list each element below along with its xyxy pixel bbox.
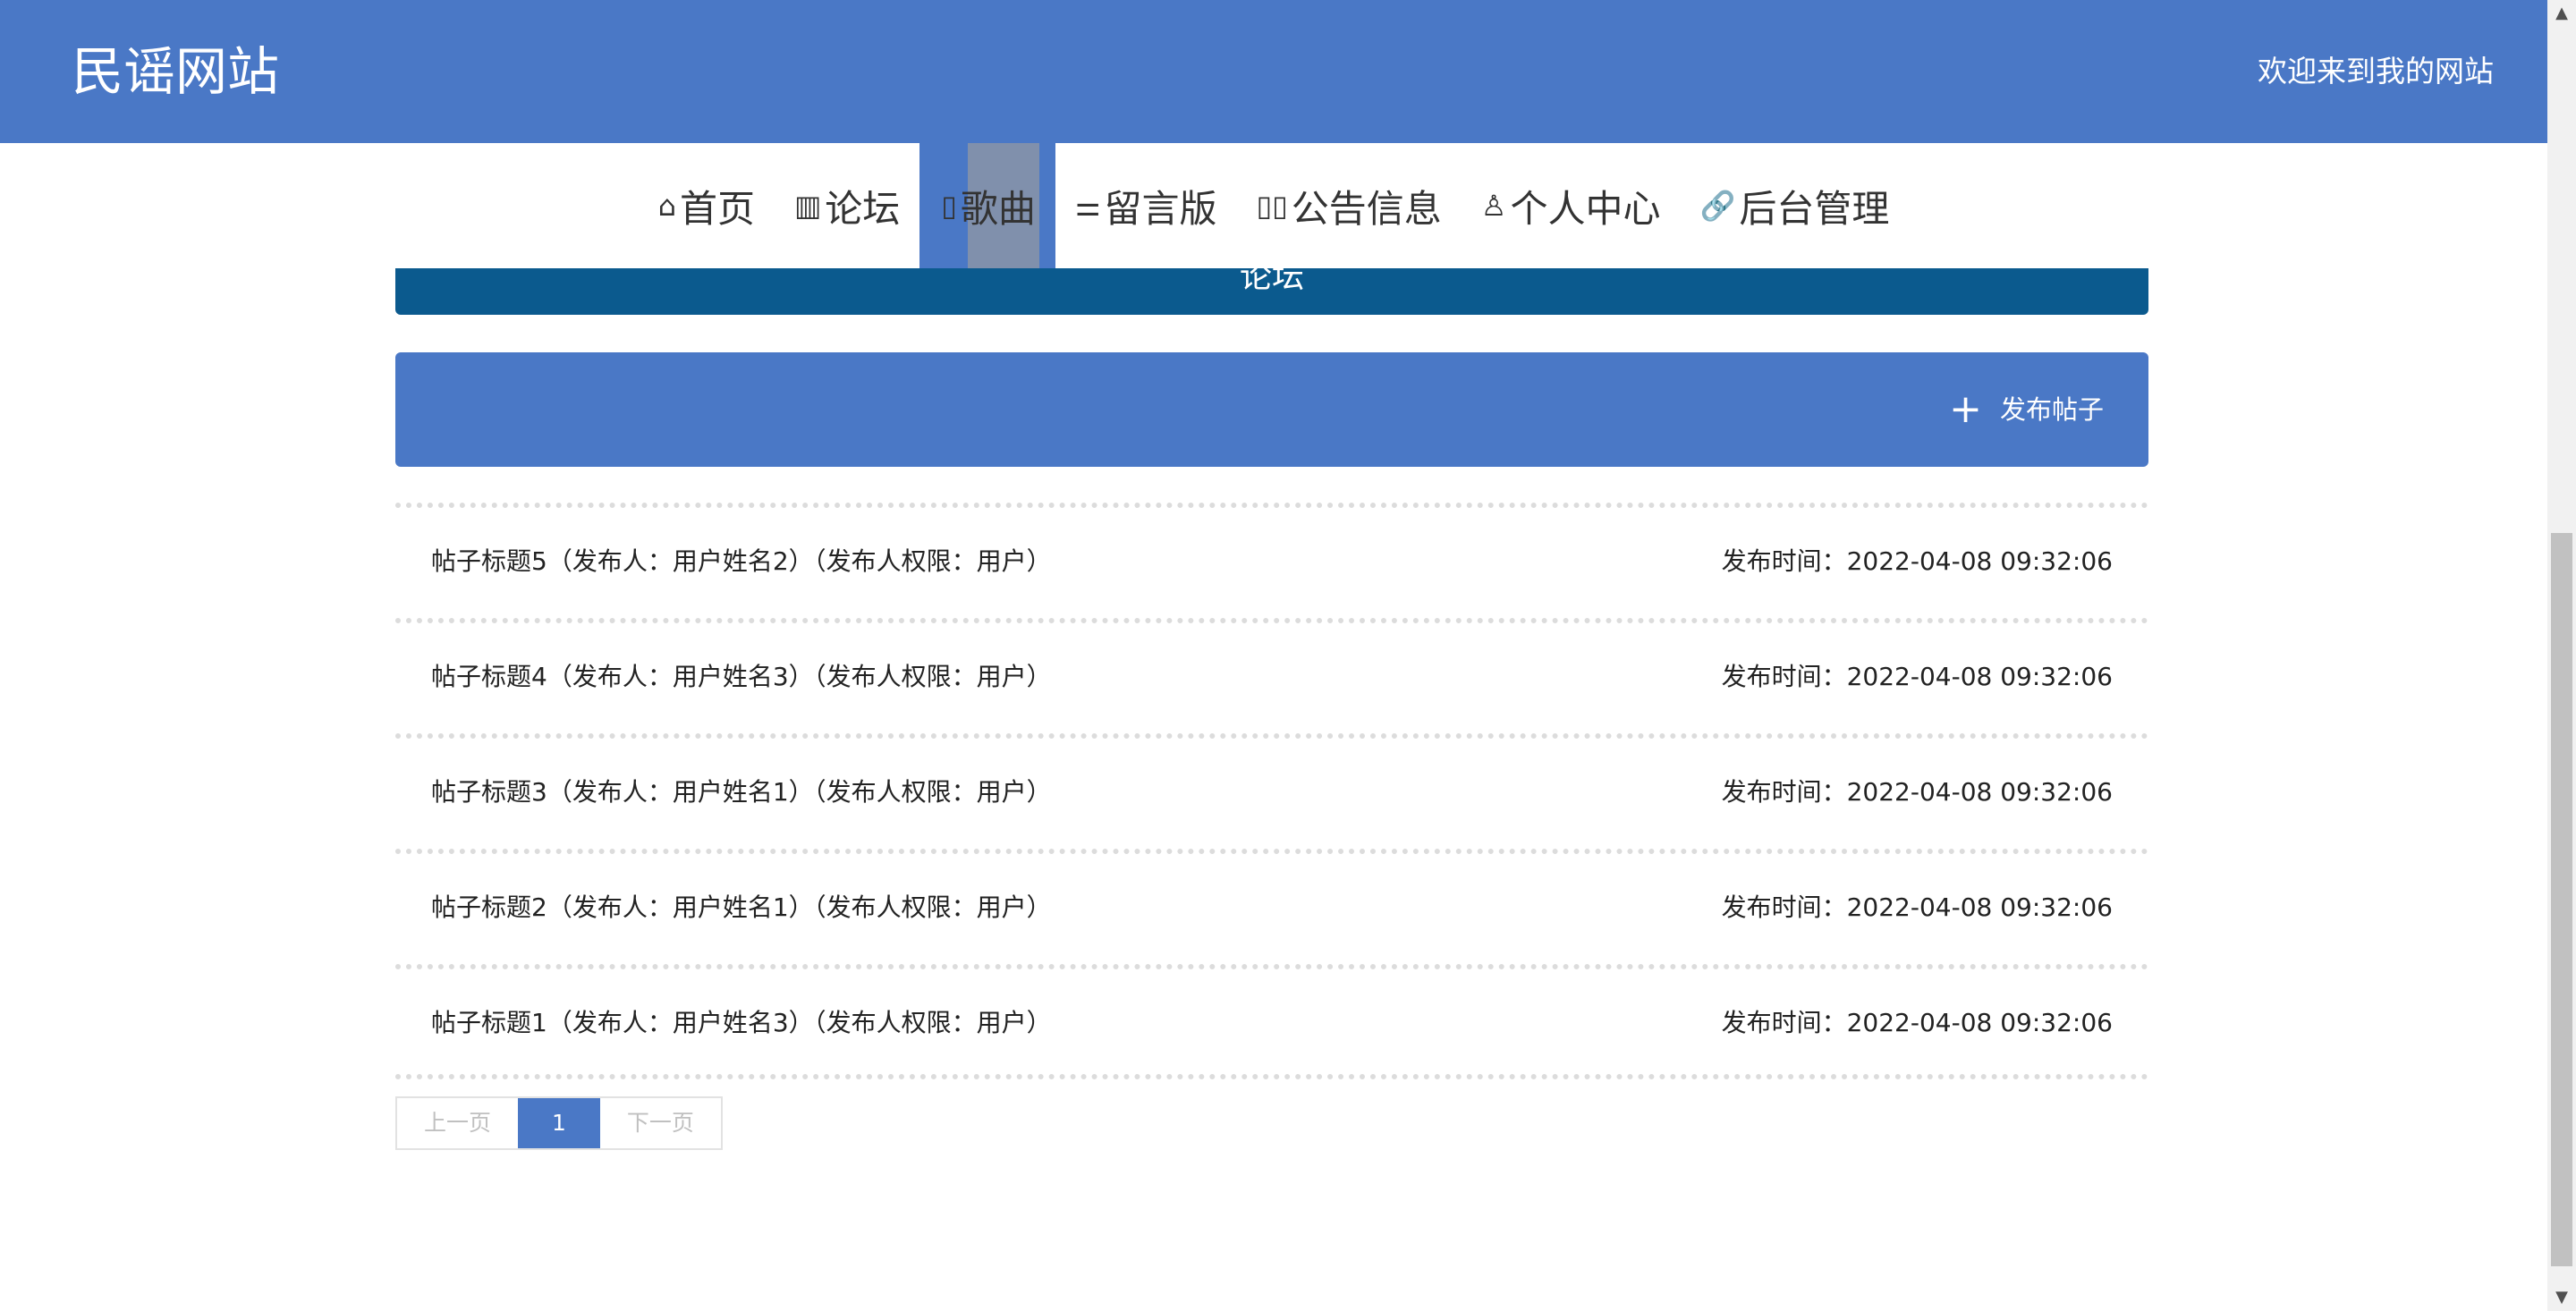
vertical-scrollbar[interactable]: ▲ ▼ <box>2547 0 2576 1311</box>
post-time: 发布时间：2022-04-08 09:32:06 <box>1721 777 2113 807</box>
nav-item-songs[interactable]: ▯ 歌曲 <box>919 143 1055 268</box>
nav-item-announcements[interactable]: ▯▯ 公告信息 <box>1237 143 1462 268</box>
top-header: 民谣网站 欢迎来到我的网站 <box>0 0 2547 143</box>
post-time: 发布时间：2022-04-08 09:32:06 <box>1721 1008 2113 1037</box>
forum-title: 论坛 <box>1239 268 1304 295</box>
nav-item-forum[interactable]: ▥ 论坛 <box>775 143 919 268</box>
nav-item-label: 个人中心 <box>1510 186 1661 231</box>
home-icon: ⌂ <box>657 189 676 223</box>
post-title[interactable]: 帖子标题4（发布人：用户姓名3）（发布人权限：用户） <box>431 659 1052 695</box>
post-time: 发布时间：2022-04-08 09:32:06 <box>1721 662 2113 691</box>
post-title[interactable]: 帖子标题1（发布人：用户姓名3）（发布人权限：用户） <box>431 1005 1052 1041</box>
nav-item-label: 首页 <box>679 186 755 231</box>
sliders-icon: ⚌ <box>1074 189 1101 223</box>
list-item[interactable]: 帖子标题1（发布人：用户姓名3）（发布人权限：用户） 发布时间：2022-04-… <box>395 964 2148 1079</box>
nav-item-label: 歌曲 <box>960 186 1036 231</box>
main-nav: ⌂ 首页 ▥ 论坛 ▯ 歌曲 ⚌ 留言版 ▯▯ 公告信息 ♙ 个人中心 🔗 后台… <box>0 143 2547 268</box>
grid-icon: ▥ <box>793 189 822 223</box>
scroll-up-icon[interactable]: ▲ <box>2547 0 2576 27</box>
next-page-button[interactable]: 下一页 <box>600 1098 721 1148</box>
action-bar: + 发布帖子 <box>395 352 2148 467</box>
nav-item-label: 留言版 <box>1104 186 1217 231</box>
nav-item-label: 后台管理 <box>1739 186 1890 231</box>
post-title[interactable]: 帖子标题3（发布人：用户姓名1）（发布人权限：用户） <box>431 774 1052 810</box>
nav-item-profile[interactable]: ♙ 个人中心 <box>1462 143 1681 268</box>
nav-item-label: 公告信息 <box>1291 186 1442 231</box>
post-time: 发布时间：2022-04-08 09:32:06 <box>1721 892 2113 922</box>
publish-post-button[interactable]: + 发布帖子 <box>1949 390 2104 429</box>
note-icon: ▯ <box>941 189 957 223</box>
page-number-button[interactable]: 1 <box>518 1098 600 1148</box>
post-title[interactable]: 帖子标题5（发布人：用户姓名2）（发布人权限：用户） <box>431 544 1052 579</box>
nav-item-label: 论坛 <box>825 186 901 231</box>
scroll-thumb[interactable] <box>2551 533 2572 1266</box>
list-item[interactable]: 帖子标题2（发布人：用户姓名1）（发布人权限：用户） 发布时间：2022-04-… <box>395 849 2148 964</box>
pagination: 上一页 1 下一页 <box>395 1096 723 1150</box>
plus-icon: + <box>1949 386 1982 432</box>
list-item[interactable]: 帖子标题3（发布人：用户姓名1）（发布人权限：用户） 发布时间：2022-04-… <box>395 733 2148 849</box>
site-title[interactable]: 民谣网站 <box>72 39 279 104</box>
nav-item-home[interactable]: ⌂ 首页 <box>639 143 775 268</box>
post-list: 帖子标题5（发布人：用户姓名2）（发布人权限：用户） 发布时间：2022-04-… <box>395 503 2148 1079</box>
nav-item-messages[interactable]: ⚌ 留言版 <box>1055 143 1237 268</box>
list-item[interactable]: 帖子标题5（发布人：用户姓名2）（发布人权限：用户） 发布时间：2022-04-… <box>395 503 2148 618</box>
publish-post-label: 发布帖子 <box>1999 394 2104 425</box>
post-title[interactable]: 帖子标题2（发布人：用户姓名1）（发布人权限：用户） <box>431 890 1052 926</box>
post-time: 发布时间：2022-04-08 09:32:06 <box>1721 546 2113 576</box>
list-item[interactable]: 帖子标题4（发布人：用户姓名3）（发布人权限：用户） 发布时间：2022-04-… <box>395 618 2148 733</box>
nav-item-admin[interactable]: 🔗 后台管理 <box>1680 143 1909 268</box>
user-icon: ♙ <box>1480 189 1507 223</box>
scroll-down-icon[interactable]: ▼ <box>2547 1284 2576 1311</box>
welcome-text: 欢迎来到我的网站 <box>2258 54 2494 89</box>
prev-page-button[interactable]: 上一页 <box>397 1098 518 1148</box>
link-icon: 🔗 <box>1699 189 1736 223</box>
columns-icon: ▯▯ <box>1256 189 1288 223</box>
forum-banner: 论坛 <box>395 268 2148 315</box>
